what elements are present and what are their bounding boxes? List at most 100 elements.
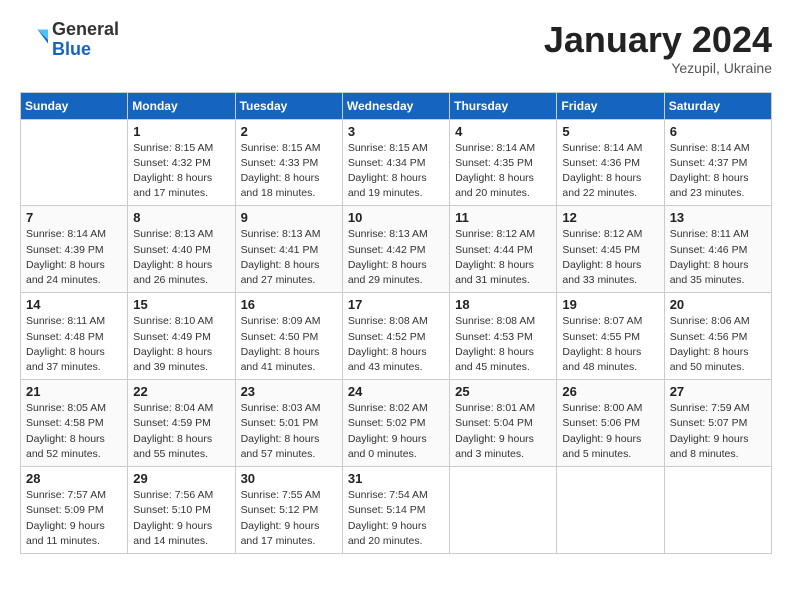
calendar-cell <box>557 467 664 554</box>
calendar-cell: 13Sunrise: 8:11 AMSunset: 4:46 PMDayligh… <box>664 206 771 293</box>
calendar-cell: 5 Sunrise: 8:14 AMSunset: 4:36 PMDaylight… <box>557 119 664 206</box>
day-number: 26 <box>562 384 658 399</box>
calendar-cell: 19 Sunrise: 8:07 AMSunset: 4:55 PMDayligh… <box>557 293 664 380</box>
day-info: Sunrise: 8:09 AMSunset: 4:50 PMDaylight:… <box>241 314 337 375</box>
day-info: Sunrise: 8:14 AMSunset: 4:37 PMDaylight:… <box>670 141 766 202</box>
calendar-cell: 31 Sunrise: 7:54 AMSunset: 5:14 PMDayligh… <box>342 467 449 554</box>
calendar-cell: 9 Sunrise: 8:13 AMSunset: 4:41 PMDaylight… <box>235 206 342 293</box>
day-number: 7 <box>26 210 122 225</box>
weekday-header: Thursday <box>450 92 557 119</box>
day-info: Sunrise: 8:13 AMSunset: 4:40 PMDaylight:… <box>133 227 229 288</box>
day-number: 29 <box>133 471 229 486</box>
calendar-cell: 8 Sunrise: 8:13 AMSunset: 4:40 PMDaylight… <box>128 206 235 293</box>
logo: General Blue <box>20 20 119 60</box>
logo-icon <box>20 26 48 54</box>
page-header: General Blue January 2024 Yezupil, Ukrai… <box>20 20 772 76</box>
calendar-cell <box>450 467 557 554</box>
day-number: 4 <box>455 124 551 139</box>
day-number: 2 <box>241 124 337 139</box>
day-number: 16 <box>241 297 337 312</box>
day-number: 22 <box>133 384 229 399</box>
calendar-cell: 2 Sunrise: 8:15 AMSunset: 4:33 PMDaylight… <box>235 119 342 206</box>
day-info: Sunrise: 7:54 AMSunset: 5:14 PMDaylight:… <box>348 488 444 549</box>
day-info: Sunrise: 8:15 AMSunset: 4:34 PMDaylight:… <box>348 141 444 202</box>
weekday-header: Monday <box>128 92 235 119</box>
calendar-cell: 7Sunrise: 8:14 AMSunset: 4:39 PMDaylight… <box>21 206 128 293</box>
calendar-cell: 3 Sunrise: 8:15 AMSunset: 4:34 PMDaylight… <box>342 119 449 206</box>
calendar-cell: 14 Sunrise: 8:11 AMSunset: 4:48 PMDayligh… <box>21 293 128 380</box>
day-info: Sunrise: 8:12 AMSunset: 4:45 PMDaylight:… <box>562 227 658 288</box>
weekday-header: Tuesday <box>235 92 342 119</box>
day-info: Sunrise: 8:07 AMSunset: 4:55 PMDaylight:… <box>562 314 658 375</box>
calendar-cell: 21 Sunrise: 8:05 AMSunset: 4:58 PMDayligh… <box>21 380 128 467</box>
day-info: Sunrise: 8:13 AMSunset: 4:41 PMDaylight:… <box>241 227 337 288</box>
day-number: 14 <box>26 297 122 312</box>
calendar-cell: 4 Sunrise: 8:14 AMSunset: 4:35 PMDaylight… <box>450 119 557 206</box>
day-number: 6 <box>670 124 766 139</box>
calendar-cell: 12 Sunrise: 8:12 AMSunset: 4:45 PMDayligh… <box>557 206 664 293</box>
day-number: 5 <box>562 124 658 139</box>
calendar-cell: 29 Sunrise: 7:56 AMSunset: 5:10 PMDayligh… <box>128 467 235 554</box>
day-info: Sunrise: 8:13 AMSunset: 4:42 PMDaylight:… <box>348 227 444 288</box>
day-number: 28 <box>26 471 122 486</box>
weekday-header: Sunday <box>21 92 128 119</box>
calendar-week-row: 14 Sunrise: 8:11 AMSunset: 4:48 PMDayligh… <box>21 293 772 380</box>
calendar-table: SundayMondayTuesdayWednesdayThursdayFrid… <box>20 92 772 554</box>
day-number: 9 <box>241 210 337 225</box>
day-number: 20 <box>670 297 766 312</box>
calendar-cell: 30Sunrise: 7:55 AMSunset: 5:12 PMDayligh… <box>235 467 342 554</box>
day-info: Sunrise: 8:15 AMSunset: 4:32 PMDaylight:… <box>133 141 229 202</box>
day-info: Sunrise: 8:14 AMSunset: 4:36 PMDaylight:… <box>562 141 658 202</box>
calendar-cell <box>21 119 128 206</box>
calendar-cell: 20 Sunrise: 8:06 AMSunset: 4:56 PMDayligh… <box>664 293 771 380</box>
day-info: Sunrise: 8:08 AMSunset: 4:53 PMDaylight:… <box>455 314 551 375</box>
calendar-cell: 15 Sunrise: 8:10 AMSunset: 4:49 PMDayligh… <box>128 293 235 380</box>
calendar-cell <box>664 467 771 554</box>
month-year-title: January 2024 <box>544 20 772 60</box>
day-info: Sunrise: 8:12 AMSunset: 4:44 PMDaylight:… <box>455 227 551 288</box>
calendar-cell: 24 Sunrise: 8:02 AMSunset: 5:02 PMDayligh… <box>342 380 449 467</box>
day-number: 24 <box>348 384 444 399</box>
day-info: Sunrise: 8:10 AMSunset: 4:49 PMDaylight:… <box>133 314 229 375</box>
day-number: 3 <box>348 124 444 139</box>
calendar-week-row: 28Sunrise: 7:57 AMSunset: 5:09 PMDayligh… <box>21 467 772 554</box>
calendar-cell: 1 Sunrise: 8:15 AMSunset: 4:32 PMDaylight… <box>128 119 235 206</box>
weekday-header: Saturday <box>664 92 771 119</box>
calendar-cell: 18 Sunrise: 8:08 AMSunset: 4:53 PMDayligh… <box>450 293 557 380</box>
calendar-cell: 22 Sunrise: 8:04 AMSunset: 4:59 PMDayligh… <box>128 380 235 467</box>
day-number: 13 <box>670 210 766 225</box>
day-number: 8 <box>133 210 229 225</box>
day-number: 12 <box>562 210 658 225</box>
day-number: 17 <box>348 297 444 312</box>
calendar-cell: 11 Sunrise: 8:12 AMSunset: 4:44 PMDayligh… <box>450 206 557 293</box>
calendar-cell: 28Sunrise: 7:57 AMSunset: 5:09 PMDayligh… <box>21 467 128 554</box>
calendar-cell: 17Sunrise: 8:08 AMSunset: 4:52 PMDayligh… <box>342 293 449 380</box>
day-info: Sunrise: 7:56 AMSunset: 5:10 PMDaylight:… <box>133 488 229 549</box>
day-info: Sunrise: 8:06 AMSunset: 4:56 PMDaylight:… <box>670 314 766 375</box>
day-number: 15 <box>133 297 229 312</box>
calendar-cell: 27Sunrise: 7:59 AMSunset: 5:07 PMDayligh… <box>664 380 771 467</box>
day-number: 25 <box>455 384 551 399</box>
title-block: January 2024 Yezupil, Ukraine <box>544 20 772 76</box>
day-number: 19 <box>562 297 658 312</box>
day-number: 31 <box>348 471 444 486</box>
day-info: Sunrise: 8:04 AMSunset: 4:59 PMDaylight:… <box>133 401 229 462</box>
day-number: 18 <box>455 297 551 312</box>
calendar-cell: 25Sunrise: 8:01 AMSunset: 5:04 PMDayligh… <box>450 380 557 467</box>
day-info: Sunrise: 8:05 AMSunset: 4:58 PMDaylight:… <box>26 401 122 462</box>
calendar-cell: 26Sunrise: 8:00 AMSunset: 5:06 PMDayligh… <box>557 380 664 467</box>
day-number: 27 <box>670 384 766 399</box>
day-info: Sunrise: 8:14 AMSunset: 4:35 PMDaylight:… <box>455 141 551 202</box>
day-number: 21 <box>26 384 122 399</box>
day-number: 30 <box>241 471 337 486</box>
day-info: Sunrise: 8:02 AMSunset: 5:02 PMDaylight:… <box>348 401 444 462</box>
day-info: Sunrise: 8:11 AMSunset: 4:48 PMDaylight:… <box>26 314 122 375</box>
day-number: 10 <box>348 210 444 225</box>
day-number: 1 <box>133 124 229 139</box>
calendar-cell: 6 Sunrise: 8:14 AMSunset: 4:37 PMDaylight… <box>664 119 771 206</box>
day-number: 11 <box>455 210 551 225</box>
weekday-header: Wednesday <box>342 92 449 119</box>
calendar-week-row: 21 Sunrise: 8:05 AMSunset: 4:58 PMDayligh… <box>21 380 772 467</box>
calendar-cell: 23Sunrise: 8:03 AMSunset: 5:01 PMDayligh… <box>235 380 342 467</box>
day-info: Sunrise: 8:15 AMSunset: 4:33 PMDaylight:… <box>241 141 337 202</box>
